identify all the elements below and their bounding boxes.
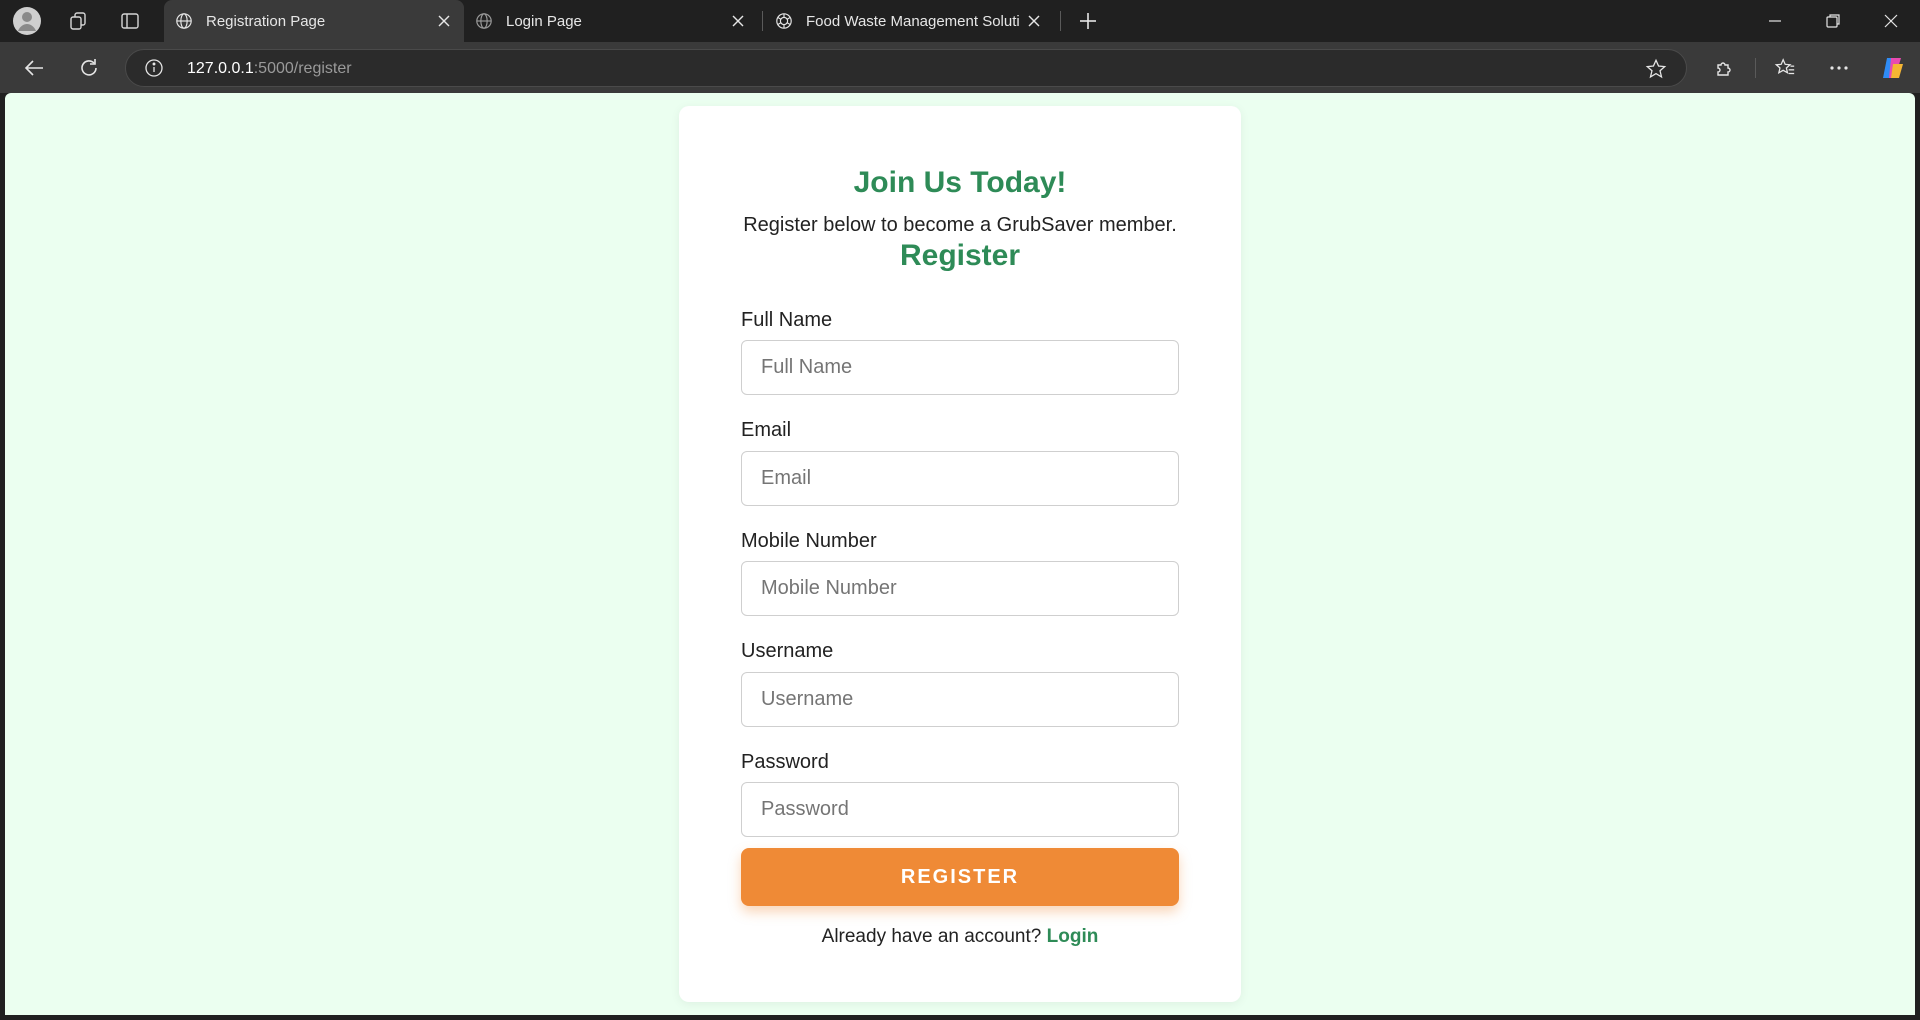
globe-icon (174, 11, 194, 31)
profile-avatar-icon[interactable] (11, 5, 43, 37)
registration-card: Join Us Today! Register below to become … (679, 106, 1241, 1002)
site-info-icon[interactable] (144, 58, 164, 78)
close-window-icon[interactable] (1868, 0, 1914, 42)
toolbar-divider (1755, 58, 1756, 78)
tab-separator (1060, 11, 1061, 31)
username-input[interactable] (741, 672, 1179, 727)
mobile-number-label: Mobile Number (741, 530, 877, 552)
browser-toolbar: 127.0.0.1:5000/register (0, 42, 1920, 93)
password-input[interactable] (741, 782, 1179, 837)
close-tab-icon[interactable] (724, 7, 752, 35)
workspaces-icon[interactable] (62, 5, 94, 37)
login-link[interactable]: Login (1047, 926, 1099, 947)
extensions-icon[interactable] (1707, 50, 1743, 86)
tab-title: Food Waste Management Solutio (806, 12, 1020, 30)
minimize-icon[interactable] (1752, 0, 1798, 42)
tab-separator (762, 11, 763, 31)
username-label: Username (741, 640, 834, 662)
url-path: :5000/register (253, 60, 352, 77)
new-tab-icon[interactable] (1072, 5, 1104, 37)
hero-title: Join Us Today! (853, 166, 1067, 199)
address-bar[interactable]: 127.0.0.1:5000/register (125, 49, 1687, 87)
tab-bar: Registration Page Login Page Food Waste … (0, 0, 1920, 42)
full-name-label: Full Name (741, 309, 833, 331)
email-label: Email (741, 419, 792, 441)
refresh-icon[interactable] (71, 50, 107, 86)
full-name-input[interactable] (741, 340, 1179, 395)
restore-icon[interactable] (1810, 0, 1856, 42)
hero-subtitle: Register below to become a GrubSaver mem… (743, 214, 1177, 236)
tab-login[interactable]: Login Page (464, 0, 758, 42)
register-button[interactable]: REGISTER (741, 848, 1179, 906)
url-host: 127.0.0.1 (187, 60, 254, 77)
favorite-star-icon[interactable] (1644, 57, 1668, 81)
page-viewport: Join Us Today! Register below to become … (5, 93, 1915, 1015)
password-label: Password (741, 751, 829, 773)
form-title: Register (899, 239, 1021, 272)
url-text: 127.0.0.1:5000/register (187, 60, 352, 78)
tab-title: Registration Page (206, 12, 326, 30)
more-options-icon[interactable] (1821, 50, 1857, 86)
login-prompt-line: Already have an account? Login (679, 926, 1241, 948)
openai-icon (774, 11, 794, 31)
globe-icon (474, 11, 494, 31)
back-arrow-icon[interactable] (16, 50, 52, 86)
login-prompt-text: Already have an account? (821, 926, 1042, 947)
close-tab-icon[interactable] (430, 7, 458, 35)
tab-registration[interactable]: Registration Page (164, 0, 464, 42)
vertical-tabs-icon[interactable] (114, 5, 146, 37)
close-tab-icon[interactable] (1020, 7, 1048, 35)
favorites-icon[interactable] (1767, 50, 1803, 86)
tab-food-waste[interactable]: Food Waste Management Solutio (764, 0, 1054, 42)
email-input[interactable] (741, 451, 1179, 506)
mobile-number-input[interactable] (741, 561, 1179, 616)
copilot-icon[interactable] (1875, 50, 1911, 86)
tab-title: Login Page (506, 12, 582, 30)
